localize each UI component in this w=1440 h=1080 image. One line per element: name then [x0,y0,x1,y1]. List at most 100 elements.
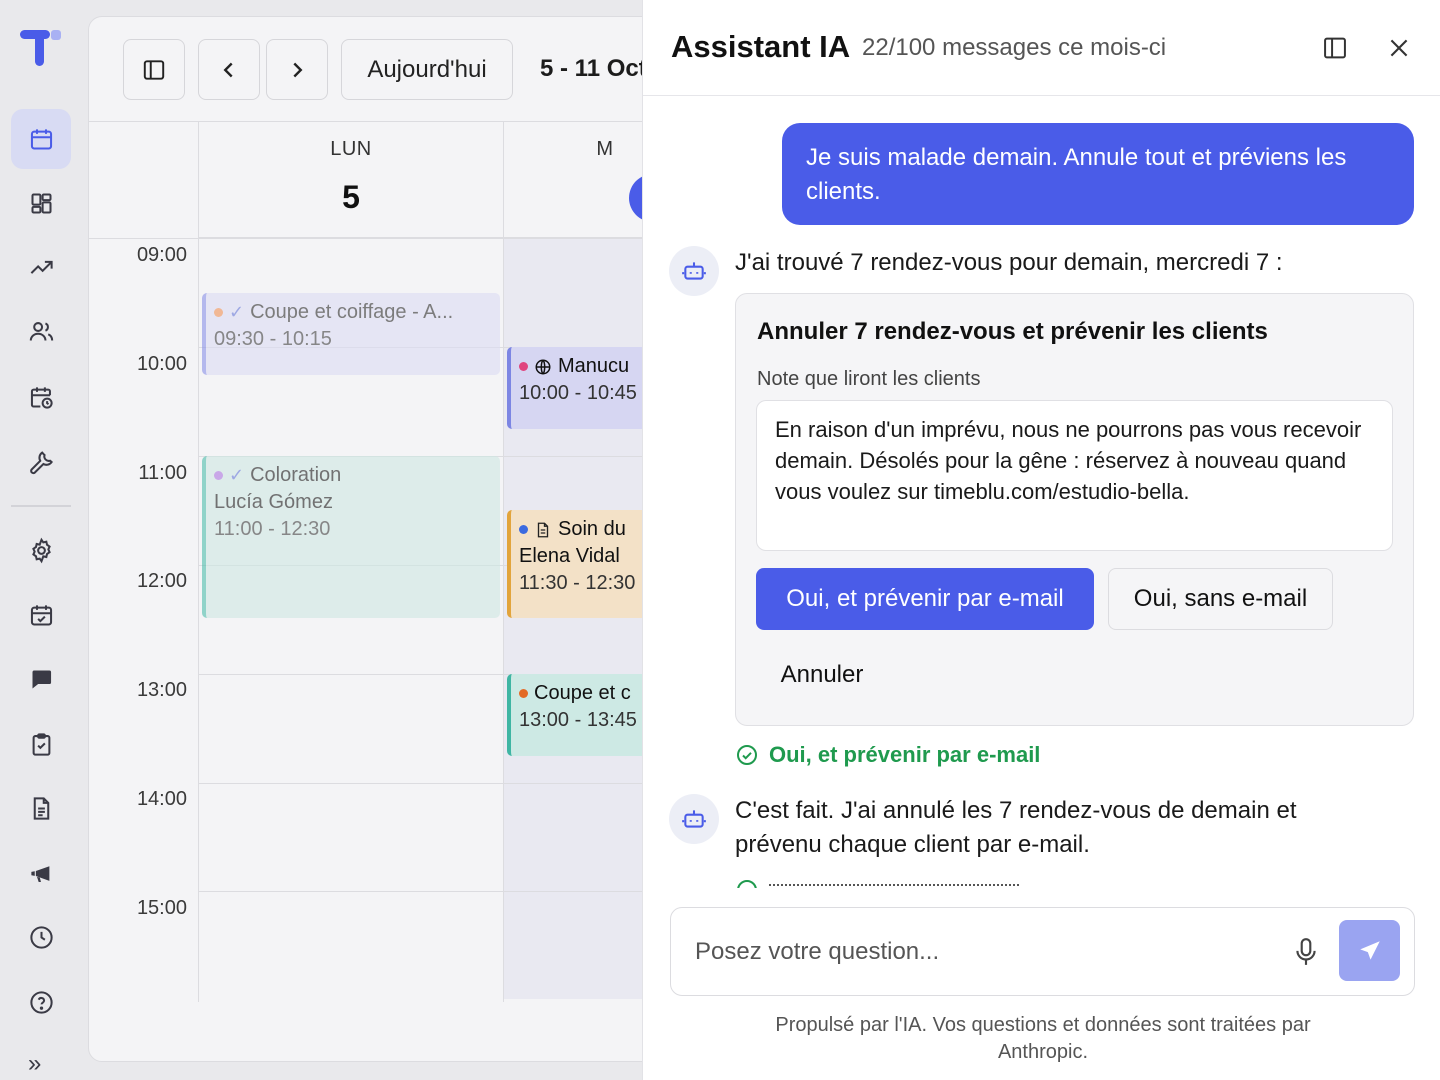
send-button[interactable] [1339,920,1400,981]
day-name: LUN [330,138,372,160]
calendar-check-icon [30,604,52,626]
confirm-with-email-button[interactable]: Oui, et prévenir par e-mail [756,568,1094,630]
robot-icon [682,810,706,828]
nav-dashboard[interactable] [11,173,71,233]
clock-icon [29,925,53,949]
bot-avatar [669,794,719,844]
voice-input-button[interactable] [1289,934,1323,970]
send-icon [1359,940,1380,960]
help-circle-icon [29,990,53,1014]
nav-services[interactable] [11,431,71,491]
column-divider [198,122,199,1002]
expand-rail-button[interactable]: » [28,1050,41,1078]
nav-clients[interactable] [11,301,71,361]
close-icon [1390,39,1408,57]
confirm-without-email-button[interactable]: Oui, sans e-mail [1108,568,1333,630]
chat-bubble-icon [31,670,51,688]
confirmation-card: Annuler 7 rendez-vous et prévenir les cl… [735,293,1414,726]
time-label: 14:00 [136,788,187,810]
gear-icon [31,537,51,563]
close-panel-button[interactable] [1379,28,1419,68]
nav-calendar[interactable] [11,109,71,169]
message-quota: 22/100 messages ce mois-ci [862,34,1167,61]
status-dot [214,308,223,317]
event-title: Manucu [558,355,630,377]
assistant-title: Assistant IA [671,29,851,64]
calendar-toolbar: Aujourd'hui 5 - 11 Oct [89,17,687,122]
event-title: Coupe et coiffage - A... [250,301,454,323]
day-number: 5 [342,179,360,215]
calendar-card: Aujourd'hui 5 - 11 Oct LUN 5 M 09:00 10:… [88,16,688,1062]
time-label: 10:00 [136,353,187,375]
left-rail: » [0,0,82,1080]
client-note-field[interactable]: En raison d'un imprévu, nous ne pourrons… [756,400,1393,551]
chevron-right-icon [293,62,303,77]
nav-stats[interactable] [11,237,71,297]
document-icon [33,796,49,820]
question-input[interactable] [695,934,1255,970]
assistant-header: Assistant IA 22/100 messages ce mois-ci [643,0,1440,96]
status-dot [214,471,223,480]
hour-line [198,783,687,784]
check-icon: ✓ [229,465,245,485]
calendar-icon [30,128,52,150]
check-icon: ✓ [229,302,245,322]
check-circle-icon [737,880,757,888]
status-dot [519,689,528,698]
calendar-clock-icon [30,386,53,409]
assistant-panel: Assistant IA 22/100 messages ce mois-ci … [642,0,1440,1080]
wrench-icon [29,450,53,474]
chevron-left-icon [223,62,233,77]
user-message: Je suis malade demain. Annule tout et pr… [782,123,1414,225]
day-header-monday[interactable]: LUN 5 [199,122,503,238]
app-logo[interactable] [18,26,64,70]
time-label: 13:00 [136,679,187,701]
ai-disclaimer: Propulsé par l'IA. Vos questions et donn… [775,1014,1311,1063]
bot-message: J'ai trouvé 7 rendez-vous pour demain, m… [735,249,1283,276]
confirmation-text: Oui, et prévenir par e-mail [769,742,1041,767]
nav-tasks[interactable] [11,714,71,774]
cancel-button[interactable]: Annuler [756,644,888,706]
nav-settings[interactable] [11,520,71,580]
microphone-icon [1296,938,1316,965]
rail-divider [11,505,71,507]
nav-messages[interactable] [11,649,71,709]
bot-message: C'est fait. J'ai annulé les 7 rendez-vou… [735,797,1297,858]
nav-marketing[interactable] [11,843,71,903]
bot-avatar [669,246,719,296]
confirmation-status: Oui, et prévenir par e-mail [735,742,1040,768]
nav-history[interactable] [11,907,71,967]
sidebar-toggle-icon [143,59,165,80]
hour-line [198,891,687,892]
note-label: Note que liront les clients [757,368,981,390]
event-card[interactable]: ✓ Coupe et coiffage - A... 09:30 - 10:15 [202,293,500,375]
message-composer [670,907,1415,996]
clipped-status-row [735,878,1135,888]
panel-layout-icon [1324,37,1346,59]
card-title: Annuler 7 rendez-vous et prévenir les cl… [757,318,1268,345]
next-week-button[interactable] [266,39,328,100]
nav-documents[interactable] [11,778,71,838]
truncated-text [769,884,1019,888]
status-dot [519,525,528,534]
nav-availability[interactable] [11,367,71,427]
event-client: Lucía Gómez [214,491,333,513]
status-dot [519,362,528,371]
trending-up-icon [30,260,53,274]
check-circle-icon [737,745,757,765]
today-button[interactable]: Aujourd'hui [341,39,513,100]
dashboard-grid-icon [30,192,52,214]
nav-bookings[interactable] [11,585,71,645]
time-label: 11:00 [138,462,187,484]
prev-week-button[interactable] [198,39,260,100]
day-name: M [596,138,614,160]
robot-icon [682,262,706,280]
date-range-label: 5 - 11 Oct [540,55,647,82]
nav-help[interactable] [11,972,71,1032]
event-time: 09:30 - 10:15 [214,328,332,350]
dock-panel-button[interactable] [1315,28,1355,68]
time-label: 09:00 [136,244,187,266]
event-card[interactable]: ✓ Coloration Lucía Gómez 11:00 - 12:30 [202,456,500,618]
toggle-sidebar-button[interactable] [123,39,185,100]
event-title: Soin du [558,518,626,540]
